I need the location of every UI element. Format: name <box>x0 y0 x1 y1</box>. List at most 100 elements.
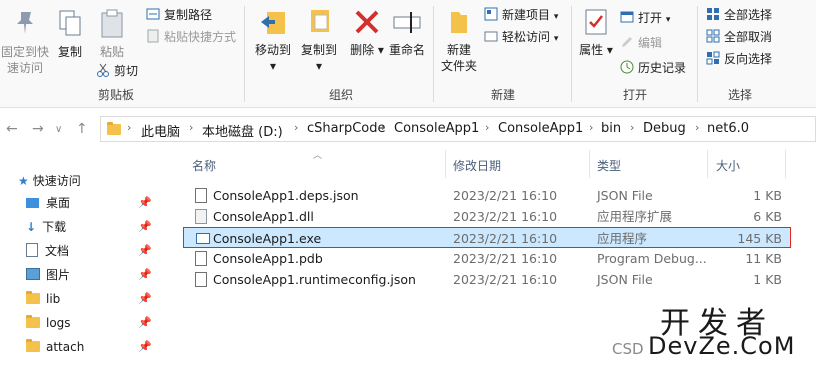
rename-label: 重命名 <box>388 43 425 57</box>
file-row-selected[interactable]: ConsoleApp1.exe 2023/2/21 16:10 应用程序 145… <box>183 227 791 248</box>
file-row[interactable]: ConsoleApp1.dll 2023/2/21 16:10 应用程序扩展 6… <box>183 206 791 227</box>
pin-icon[interactable]: 📌 <box>138 192 152 214</box>
column-header-size[interactable]: 大小 <box>716 157 740 174</box>
easy-access-label: 轻松访问 <box>502 30 551 44</box>
properties-label: 属性 ▾ <box>579 43 613 57</box>
select-none-label: 全部取消 <box>724 30 773 44</box>
sidebar-item-pictures[interactable]: 图片 📌 <box>26 264 160 286</box>
sidebar-item-attach[interactable]: attach 📌 <box>26 336 160 358</box>
paste-icon <box>96 8 128 40</box>
file-size: 145 KB <box>737 231 782 246</box>
copy-path-button[interactable]: 复制路径 <box>146 5 212 25</box>
open-group-label: 打开 <box>622 88 647 102</box>
up-arrow-icon[interactable]: ↑ <box>76 121 88 137</box>
chevron-right-icon[interactable]: › <box>630 121 634 134</box>
pin-icon[interactable]: 📌 <box>138 288 152 310</box>
column-header-type[interactable]: 类型 <box>597 157 621 174</box>
pin-icon[interactable]: 📌 <box>138 216 152 238</box>
file-type: Program Debug... <box>597 251 707 266</box>
organize-group: 移动到 ▾ 复制到 ▾ 删除 ▾ 重命名 组织 <box>247 0 435 107</box>
sidebar-item-quick-access[interactable]: ★ 快速访问 <box>18 170 160 192</box>
breadcrumb-drive-d[interactable]: 本地磁盘 (D:) <box>202 121 283 140</box>
sidebar-item-label: lib <box>46 292 61 306</box>
edit-button[interactable]: 编辑 <box>620 33 662 53</box>
copy-path-icon <box>146 7 160 21</box>
column-headers: ︿ 名称 修改日期 类型 大小 <box>175 150 816 178</box>
watermark-logo-line2: DevZe.CoM <box>648 332 796 360</box>
sidebar-item-documents[interactable]: 文档 📌 <box>26 240 160 262</box>
file-date: 2023/2/21 16:10 <box>453 209 558 224</box>
breadcrumb-consoleapp1-project[interactable]: ConsoleApp1 <box>498 121 583 136</box>
invert-selection-button[interactable]: 反向选择 <box>706 49 772 69</box>
file-size: 1 KB <box>753 188 782 203</box>
sidebar-item-logs[interactable]: logs 📌 <box>26 312 160 334</box>
chevron-right-icon[interactable]: › <box>589 121 593 134</box>
chevron-right-icon[interactable]: › <box>189 121 193 134</box>
breadcrumb-net6[interactable]: net6.0 <box>707 121 749 136</box>
open-button[interactable]: 打开 ▾ <box>620 8 670 28</box>
chevron-right-icon[interactable]: › <box>381 121 385 134</box>
pin-to-quick-access-button[interactable]: 固定到快 速访问 <box>0 8 50 76</box>
sidebar-item-label: 图片 <box>46 268 71 282</box>
column-divider[interactable] <box>707 150 708 178</box>
chevron-right-icon[interactable]: › <box>695 121 699 134</box>
copy-to-button[interactable]: 复制到 ▾ <box>297 6 341 74</box>
pdb-file-icon <box>195 251 207 266</box>
column-divider[interactable] <box>445 150 446 178</box>
paste-shortcut-button[interactable]: 粘贴快捷方式 <box>146 27 236 47</box>
file-type: 应用程序扩展 <box>597 209 673 224</box>
dropdown-arrow-icon: ▾ <box>665 15 671 25</box>
file-row[interactable]: ConsoleApp1.deps.json 2023/2/21 16:10 JS… <box>183 185 791 206</box>
dropdown-arrow-icon: ▾ <box>553 34 559 44</box>
delete-button[interactable]: 删除 ▾ <box>349 6 385 58</box>
sidebar-item-downloads[interactable]: ↓ 下载 📌 <box>26 216 160 238</box>
recent-dropdown-icon[interactable]: ∨ <box>55 124 62 135</box>
file-date: 2023/2/21 16:10 <box>453 272 558 287</box>
column-header-date[interactable]: 修改日期 <box>453 157 501 174</box>
select-all-icon <box>706 7 720 21</box>
move-to-button[interactable]: 移动到 ▾ <box>253 6 293 74</box>
address-bar[interactable]: › 此电脑 › 本地磁盘 (D:) › cSharpCode › Console… <box>100 116 816 142</box>
pin-icon[interactable]: 📌 <box>138 240 152 262</box>
chevron-right-icon[interactable]: › <box>485 121 489 134</box>
forward-arrow-icon[interactable]: → <box>32 121 44 137</box>
sidebar-item-lib[interactable]: lib 📌 <box>26 288 160 310</box>
file-type: JSON File <box>597 188 653 203</box>
new-item-icon <box>484 7 498 21</box>
dropdown-arrow-icon: ▾ <box>553 12 559 22</box>
chevron-right-icon[interactable]: › <box>294 121 298 134</box>
easy-access-button[interactable]: 轻松访问 ▾ <box>484 27 558 47</box>
sidebar-item-desktop[interactable]: 桌面 📌 <box>26 192 160 214</box>
select-all-label: 全部选择 <box>724 8 773 22</box>
delete-icon <box>351 6 383 38</box>
chevron-right-icon[interactable]: › <box>127 121 131 134</box>
cut-button[interactable]: 剪切 <box>96 61 138 81</box>
select-all-button[interactable]: 全部选择 <box>706 5 772 25</box>
file-row[interactable]: ConsoleApp1.runtimeconfig.json 2023/2/21… <box>183 269 791 290</box>
copy-button[interactable]: 复制 <box>52 8 88 60</box>
column-header-name[interactable]: 名称 <box>192 157 216 174</box>
picture-icon <box>26 268 40 280</box>
new-item-label: 新建项目 <box>502 8 551 22</box>
breadcrumb-bin[interactable]: bin <box>601 121 621 136</box>
breadcrumb-csharpcode[interactable]: cSharpCode <box>307 121 385 136</box>
breadcrumb-consoleapp1[interactable]: ConsoleApp1 <box>394 121 479 136</box>
pin-icon[interactable]: 📌 <box>138 312 152 334</box>
breadcrumb-this-pc[interactable]: 此电脑 <box>141 121 180 140</box>
column-divider[interactable] <box>785 150 786 178</box>
file-row[interactable]: ConsoleApp1.pdb 2023/2/21 16:10 Program … <box>183 248 791 269</box>
pin-icon[interactable]: 📌 <box>138 264 152 286</box>
file-size: 6 KB <box>753 209 782 224</box>
breadcrumb-debug[interactable]: Debug <box>643 121 686 136</box>
column-divider[interactable] <box>589 150 590 178</box>
back-arrow-icon[interactable]: ← <box>6 121 18 137</box>
pin-label-line1: 固定到快 <box>0 45 49 59</box>
new-item-button[interactable]: 新建项目 ▾ <box>484 5 558 25</box>
properties-button[interactable]: 属性 ▾ <box>578 6 614 58</box>
history-button[interactable]: 历史记录 <box>620 58 686 78</box>
new-folder-button[interactable]: 新建 文件夹 <box>440 6 478 74</box>
paste-button[interactable]: 粘贴 <box>94 8 130 60</box>
rename-button[interactable]: 重命名 <box>387 6 427 58</box>
pin-icon[interactable]: 📌 <box>138 336 152 358</box>
select-none-button[interactable]: 全部取消 <box>706 27 772 47</box>
